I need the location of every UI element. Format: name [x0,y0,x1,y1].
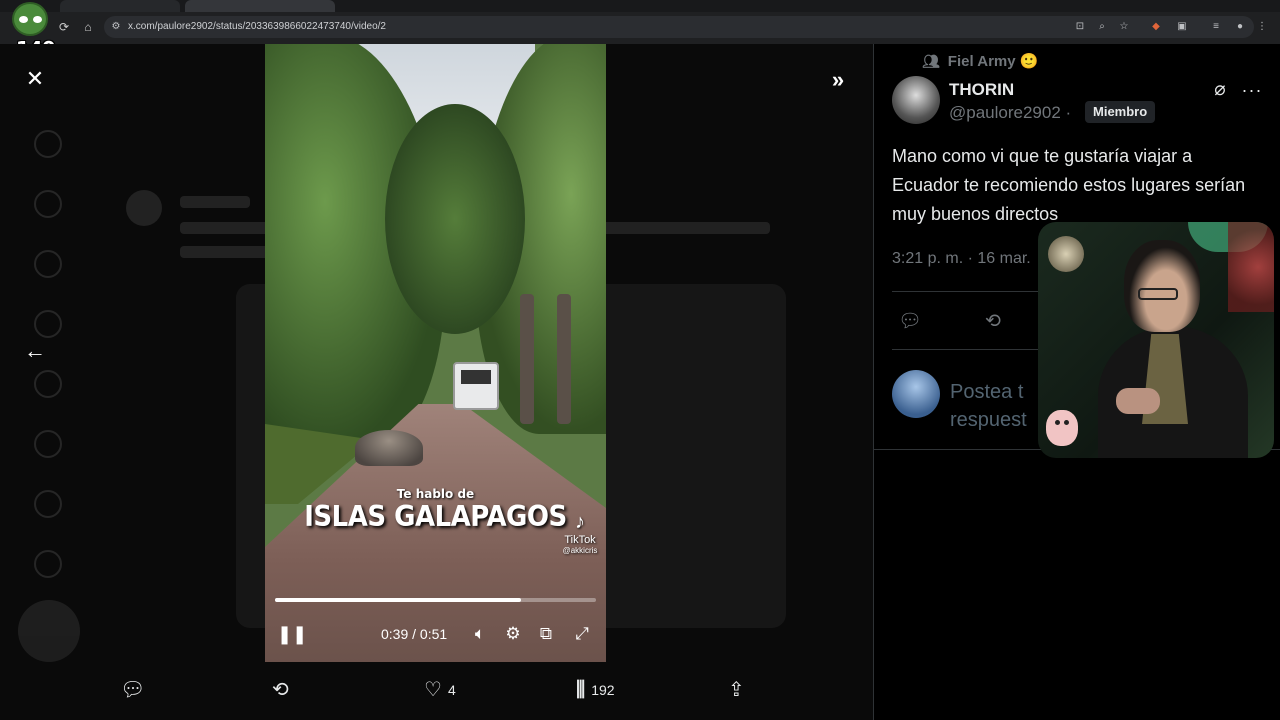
tortoise-image [355,430,423,466]
author-name[interactable]: THORIN [949,80,1014,100]
heart-icon: ♡ [424,679,442,701]
author-avatar[interactable] [892,76,940,124]
reply-icon: 💬︎ [120,679,146,701]
tiktok-username: @akkicris [562,546,598,555]
frog-emote-icon [12,2,48,36]
reply-icon[interactable]: 💬︎ [898,310,922,334]
reply-button[interactable]: 💬︎ [120,676,145,704]
video-caption-title: ISLAS GALAPAGOS [304,500,567,534]
repost-button[interactable]: ⟲ [272,676,289,704]
browser-chrome: ⟳ ⌂ ⚙ x.com/paulore2902/status/203363986… [0,0,1280,44]
arrow-left-icon[interactable]: ← [22,338,48,364]
member-badge: Miembro [1085,101,1156,123]
volume-icon[interactable]: 🔈︎ [469,622,491,646]
close-icon[interactable]: ✕ [22,66,48,92]
streamer-face [1124,240,1200,332]
post-action-bar: 💬︎ ⟲ ♡ 4 ⫼ 192 ⇪ [0,670,873,710]
microphone-icon [1048,236,1084,272]
site-info-icon[interactable]: ⚙ [110,21,122,33]
profile-avatar[interactable]: ● [1234,21,1246,33]
post-text: Mano como vi que te gustaría viajar a Ec… [892,146,1246,224]
share-icon: ⇪ [728,679,745,701]
tiktok-icon: ♪ [575,511,585,533]
video-caption-small: Te hablo de [396,487,475,501]
tiktok-watermark: ♪ TikTok @akkicris [557,510,603,555]
author-handle[interactable]: @paulore2902 · [949,103,1071,123]
views-icon: ⫼ [576,679,586,701]
grok-icon[interactable]: ⌀ [1208,78,1232,102]
mascot-sticker-icon [1046,410,1078,446]
media-viewer: ✕ ← » Te hablo de ISLAS GALAPAGOS ♪ TikT… [0,44,873,720]
install-icon[interactable]: ⊡ [1074,21,1086,33]
picture-in-picture-icon[interactable]: ⧉ [535,622,557,646]
video-progress-fill [275,598,521,602]
repost-icon[interactable]: ⟲ [981,310,1005,334]
extension-icon[interactable]: ◆ [1150,21,1162,33]
gear-icon[interactable]: ⚙ [502,622,524,646]
browser-tab-active[interactable] [185,0,335,12]
reload-icon[interactable]: ⟳ [56,19,72,35]
tab-strip [0,0,1280,12]
fullscreen-icon[interactable]: ⤢ [571,622,593,646]
user-avatar [892,370,940,418]
video-time: 0:39 / 0:51 [381,626,448,642]
double-chevron-right-icon[interactable]: » [824,66,852,94]
media-icon[interactable]: ≡ [1210,21,1222,33]
like-button[interactable]: ♡ 4 [424,676,456,704]
video-progress-bar[interactable] [275,598,596,602]
menu-kebab-icon[interactable]: ⋮ [1256,21,1268,33]
url-text: x.com/paulore2902/status/203363986602247… [128,21,386,32]
video-controls: ❚❚ 0:39 / 0:51 🔈︎ ⚙ ⧉ ⤢ [265,618,606,650]
truck-image [453,362,499,410]
video-player[interactable]: Te hablo de ISLAS GALAPAGOS ♪ TikTok @ak… [265,44,606,662]
toolbar: ⟳ ⌂ ⚙ x.com/paulore2902/status/203363986… [0,12,1280,42]
like-count: 4 [447,682,456,698]
home-icon[interactable]: ⌂ [80,19,96,35]
browser-tab[interactable] [60,0,180,12]
community-label[interactable]: 👥︎ Fiel Army 🙂 [922,52,1039,71]
tiktok-label: TikTok [564,534,596,546]
webcam-overlay [1038,222,1274,458]
address-bar[interactable]: ⚙ x.com/paulore2902/status/2033639866022… [104,16,1267,38]
bookmark-star-icon[interactable]: ☆ [1118,21,1130,33]
post-timestamp[interactable]: 3:21 p. m. · 16 mar. [892,250,1031,268]
community-icon: 👥︎ [922,52,940,69]
community-name: Fiel Army 🙂 [947,53,1039,70]
extensions-puzzle-icon[interactable]: ▣ [1176,21,1188,33]
share-button[interactable]: ⇪ [728,676,745,704]
view-count: 192 [591,682,615,698]
views-button[interactable]: ⫼ 192 [576,676,615,704]
repost-icon: ⟲ [272,679,289,701]
more-icon[interactable]: ··· [1240,78,1264,102]
zoom-icon[interactable]: ⌕ [1096,21,1108,33]
pause-icon[interactable]: ❚❚ [277,622,307,646]
